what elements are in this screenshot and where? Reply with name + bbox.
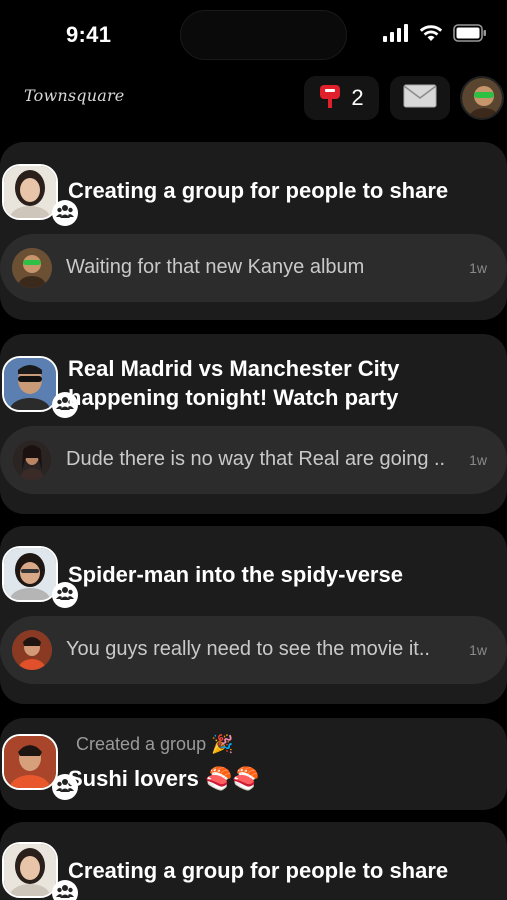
- group-title: Real Madrid vs Manchester City happening…: [68, 356, 400, 410]
- people-icon: [56, 884, 74, 900]
- group-card[interactable]: Creating a group for people to share: [0, 822, 507, 900]
- reply-time: 1w: [469, 642, 487, 658]
- group-avatar: [2, 164, 78, 226]
- wifi-icon: [419, 24, 443, 47]
- status-time: 9:41: [66, 22, 112, 47]
- notifications-button[interactable]: 2: [304, 76, 379, 120]
- battery-icon: [453, 24, 487, 47]
- reply-avatar: [12, 630, 52, 670]
- envelope-icon: [403, 84, 437, 113]
- brand-logo: Townsquare: [24, 86, 125, 105]
- mailbox-icon: [319, 83, 341, 114]
- group-title: Creating a group for people to share: [68, 858, 449, 883]
- status-bar: 9:41: [0, 0, 507, 72]
- reply-text: You guys really need to see the movie it…: [66, 638, 430, 660]
- group-avatar: [2, 734, 78, 800]
- reply-avatar: [12, 248, 52, 288]
- status-icons: [383, 24, 487, 47]
- latest-reply[interactable]: You guys really need to see the movie it…: [0, 616, 507, 684]
- profile-avatar[interactable]: [460, 76, 504, 120]
- group-title: Creating a group for people to share: [68, 178, 449, 203]
- group-avatar: [2, 842, 78, 900]
- reply-time: 1w: [469, 260, 487, 276]
- reply-text: Waiting for that new Kanye album: [66, 256, 365, 278]
- group-title: Sushi lovers 🍣🍣: [68, 766, 260, 791]
- latest-reply[interactable]: Dude there is no way that Real are going…: [0, 426, 507, 494]
- dynamic-island: [180, 10, 347, 60]
- group-avatar: [2, 356, 78, 418]
- group-title: Spider-man into the spidy-verse: [68, 562, 403, 587]
- reply-avatar: [12, 440, 52, 480]
- activity-label: Created a group 🎉: [76, 734, 234, 754]
- group-card[interactable]: Creating a group for people to share Wai…: [0, 142, 507, 320]
- group-card[interactable]: Spider-man into the spidy-verse You guys…: [0, 526, 507, 704]
- group-avatar: [2, 546, 78, 608]
- notification-count: 2: [351, 85, 364, 110]
- signal-icon: [383, 24, 409, 47]
- latest-reply[interactable]: Waiting for that new Kanye album 1w: [0, 234, 507, 302]
- reply-text: Dude there is no way that Real are going…: [66, 448, 446, 470]
- group-card[interactable]: Created a group 🎉 Sushi lovers 🍣🍣: [0, 718, 507, 810]
- messages-button[interactable]: [390, 76, 450, 120]
- app-header: Townsquare 2: [0, 72, 507, 128]
- reply-time: 1w: [469, 452, 487, 468]
- people-icon: [56, 204, 74, 223]
- group-card[interactable]: Real Madrid vs Manchester City happening…: [0, 334, 507, 514]
